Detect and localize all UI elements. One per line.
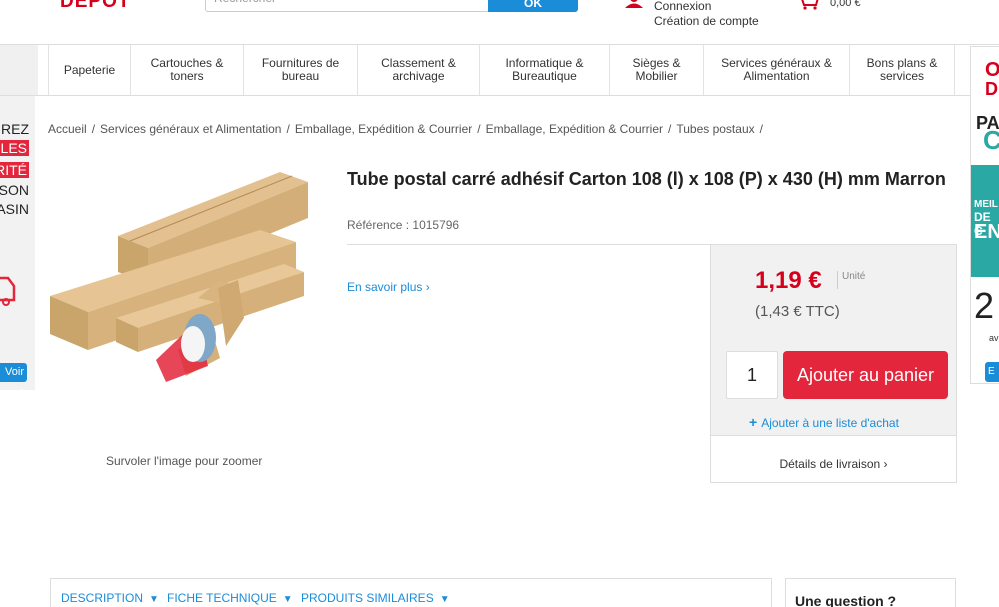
- triangle-down-icon: ▼: [439, 594, 450, 605]
- right-ad-line: 2: [974, 285, 995, 326]
- nav-item-cartouches[interactable]: Cartouches & toners: [130, 45, 243, 95]
- right-promo-banner[interactable]: O D PA C MEIL DE C EN 2 av E: [970, 46, 999, 384]
- price-ttc: (1,43 € TTC): [755, 303, 840, 320]
- breadcrumb: Accueil / Services généraux et Alimentatio…: [48, 122, 768, 136]
- search-input[interactable]: Rechercher: [205, 0, 490, 12]
- right-ad-line: av: [989, 333, 999, 343]
- user-icon[interactable]: [624, 0, 644, 8]
- breadcrumb-separator: /: [286, 122, 290, 136]
- tab-label: PRODUITS SIMILAIRES: [301, 591, 434, 605]
- price-unit: Unité: [842, 271, 866, 282]
- right-ad-line: D: [985, 79, 998, 99]
- product-reference: Référence : 1015796: [347, 218, 459, 232]
- divider: [347, 244, 711, 245]
- triangle-down-icon: ▼: [149, 594, 159, 605]
- nav-item-fournitures[interactable]: Fournitures de bureau: [243, 45, 357, 95]
- nav-item-informatique[interactable]: Informatique & Bureautique: [479, 45, 609, 95]
- question-box: Une question ?: [785, 578, 956, 607]
- breadcrumb-item[interactable]: Services généraux et Alimentation: [100, 122, 281, 136]
- create-account-link[interactable]: Création de compte: [654, 14, 759, 28]
- login-link[interactable]: Connexion: [654, 0, 711, 13]
- zoom-hint: Survoler l'image pour zoomer: [106, 454, 263, 468]
- breadcrumb-separator: /: [759, 122, 763, 136]
- nav-item-bons-plans[interactable]: Bons plans & services: [849, 45, 955, 95]
- left-ad-line: ASIN: [0, 201, 29, 217]
- breadcrumb-item[interactable]: Accueil: [48, 122, 87, 136]
- product-tabs: DESCRIPTION ▼ FICHE TECHNIQUE ▼ PRODUITS S…: [50, 578, 772, 607]
- breadcrumb-item[interactable]: Emballage, Expédition & Courrier: [295, 122, 472, 136]
- question-title: Une question ?: [795, 593, 897, 607]
- left-ad-line: SON: [0, 182, 29, 198]
- nav-item-services[interactable]: Services généraux & Alimentation: [703, 45, 849, 95]
- main-nav: Papeterie Cartouches & toners Fourniture…: [0, 44, 999, 96]
- delivery-details-link[interactable]: Détails de livraison ›: [711, 457, 956, 471]
- tab-label: FICHE TECHNIQUE: [167, 591, 277, 605]
- breadcrumb-separator: /: [477, 122, 481, 136]
- left-ad-button[interactable]: Voir ›: [0, 363, 27, 390]
- tab-description[interactable]: DESCRIPTION ▼: [61, 591, 159, 605]
- product-image[interactable]: [48, 168, 318, 390]
- left-ad-line: LES: [0, 140, 29, 156]
- breadcrumb-separator: /: [91, 122, 96, 136]
- quantity-input[interactable]: 1: [726, 351, 778, 399]
- right-ad-button[interactable]: E: [985, 362, 999, 382]
- right-ad-line: C: [983, 125, 999, 156]
- left-ad-line: RITÉ: [0, 162, 29, 178]
- nav-item-papeterie[interactable]: Papeterie: [48, 45, 130, 95]
- learn-more-link[interactable]: En savoir plus ›: [347, 280, 430, 294]
- right-ad-line: MEIL: [974, 199, 998, 210]
- nav-left-strip: [0, 45, 38, 95]
- add-to-list-link[interactable]: + Ajouter à une liste d'achat: [749, 414, 899, 430]
- site-header: DEPOT Rechercher OK Connexion Création d…: [0, 0, 999, 44]
- plus-icon: +: [749, 414, 758, 430]
- tab-produits-similaires[interactable]: PRODUITS SIMILAIRES ▼: [301, 591, 450, 605]
- right-ad-line: EN: [974, 221, 999, 243]
- reference-value: 1015796: [412, 218, 460, 232]
- left-promo-banner[interactable]: REZ LES RITÉ SON ASIN Voir ›: [0, 96, 35, 390]
- nav-item-classement[interactable]: Classement & archivage: [357, 45, 479, 95]
- triangle-down-icon: ▼: [282, 594, 293, 605]
- price-ht: 1,19 €: [755, 267, 822, 294]
- left-ad-line: REZ: [1, 121, 29, 137]
- breadcrumb-item[interactable]: Emballage, Expédition & Courrier: [486, 122, 663, 136]
- add-to-cart-button[interactable]: Ajouter au panier: [783, 351, 948, 399]
- price-box: 1,19 € Unité (1,43 € TTC) 1 Ajouter au p…: [710, 244, 957, 483]
- site-logo[interactable]: DEPOT: [60, 0, 130, 13]
- breadcrumb-item[interactable]: Tubes postaux: [676, 122, 754, 136]
- divider: [837, 271, 838, 289]
- product-title: Tube postal carré adhésif Carton 108 (l)…: [347, 169, 946, 189]
- tab-label: DESCRIPTION: [61, 591, 144, 605]
- cart-total[interactable]: 0,00 €: [830, 0, 861, 9]
- right-ad-teal-block: MEIL DE C EN: [971, 165, 999, 277]
- reference-label: Référence :: [347, 218, 410, 232]
- tab-fiche-technique[interactable]: FICHE TECHNIQUE ▼: [167, 591, 293, 605]
- delivery-section: Détails de livraison ›: [711, 435, 956, 482]
- search-button[interactable]: OK: [488, 0, 578, 12]
- breadcrumb-separator: /: [668, 122, 672, 136]
- cart-icon[interactable]: [796, 0, 820, 10]
- nav-item-sieges[interactable]: Sièges & Mobilier: [609, 45, 703, 95]
- add-to-list-label: Ajouter à une liste d'achat: [761, 416, 899, 430]
- truck-icon: [0, 276, 16, 306]
